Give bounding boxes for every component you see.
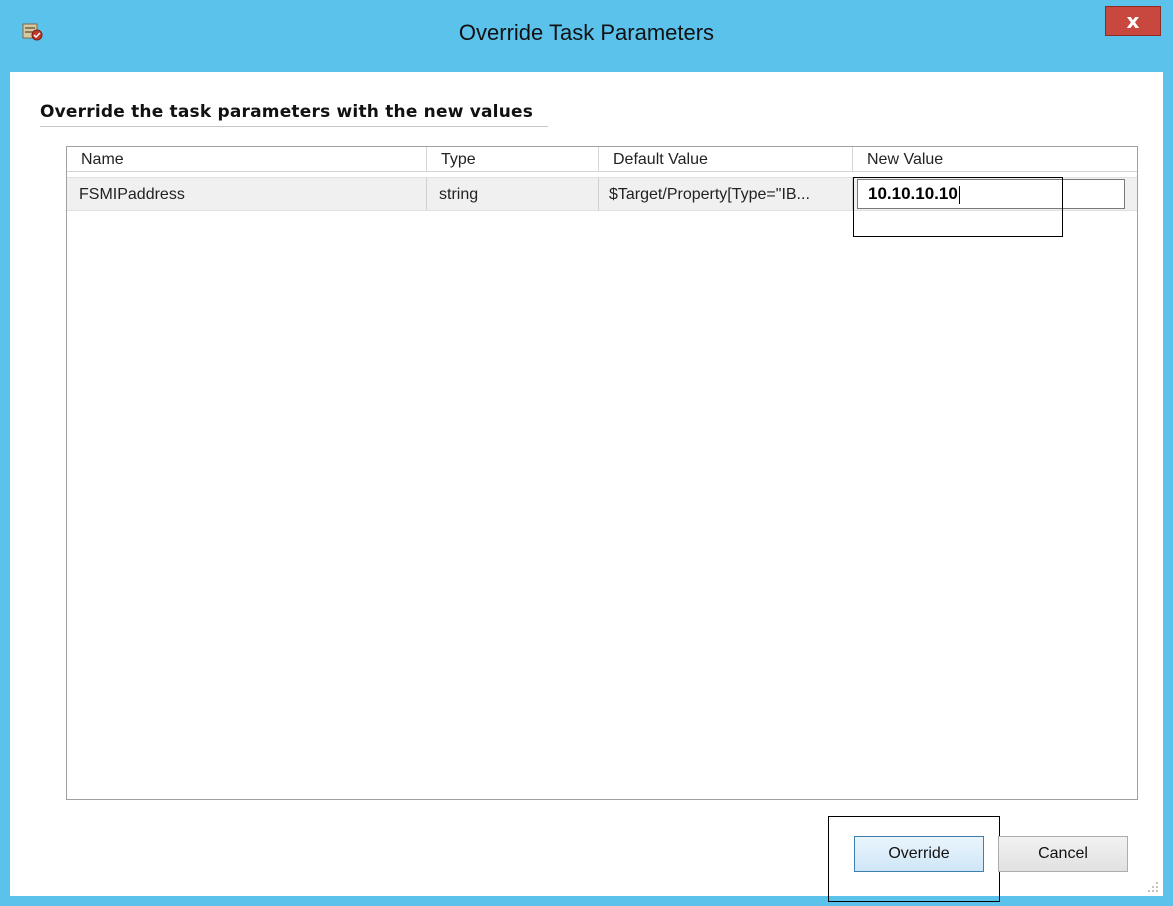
window-title: Override Task Parameters [458, 20, 715, 45]
column-header-name[interactable]: Name [67, 147, 427, 171]
close-button[interactable]: x [1105, 6, 1161, 36]
heading-divider [40, 126, 548, 127]
dialog-window: Override Task Parameters x Override the … [0, 0, 1173, 906]
cell-default-value: $Target/Property[Type="IB... [599, 178, 853, 210]
resize-grip-icon[interactable] [1147, 880, 1159, 892]
parameters-grid: Name Type Default Value New Value FSMIPa… [66, 146, 1138, 800]
cancel-button[interactable]: Cancel [998, 836, 1128, 872]
new-value-highlight [853, 177, 1063, 237]
cell-name: FSMIPaddress [67, 178, 427, 210]
grid-header: Name Type Default Value New Value [67, 147, 1137, 172]
column-header-default-value[interactable]: Default Value [599, 147, 853, 171]
dialog-body: Override the task parameters with the ne… [10, 72, 1163, 902]
section-heading: Override the task parameters with the ne… [40, 102, 534, 122]
column-header-new-value[interactable]: New Value [853, 147, 1137, 171]
title-bar[interactable]: Override Task Parameters x [0, 0, 1173, 72]
cell-type: string [427, 178, 599, 210]
override-button[interactable]: Override [854, 836, 984, 872]
close-icon: x [1126, 9, 1140, 33]
column-header-type[interactable]: Type [427, 147, 599, 171]
